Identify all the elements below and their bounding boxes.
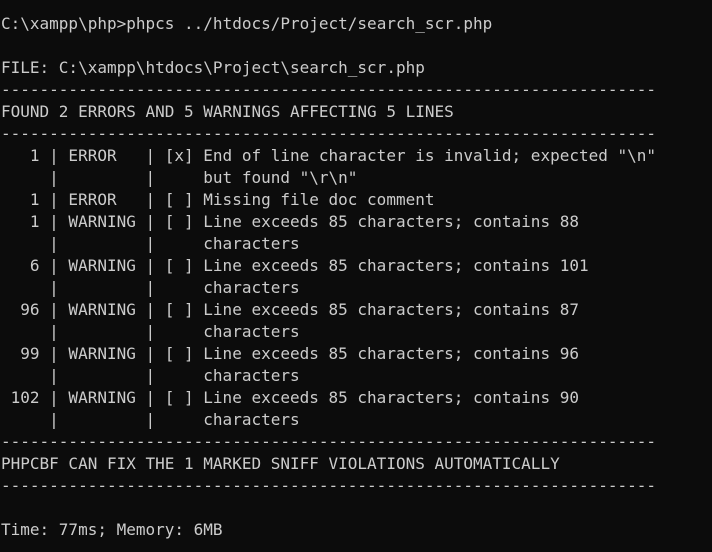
terminal-window[interactable]: C:\xampp\php>phpcs ../htdocs/Project/sea… (0, 0, 712, 552)
report-row: 102 | WARNING | [ ] Line exceeds 85 char… (1, 388, 579, 407)
prompt: C:\xampp\php> (1, 14, 127, 33)
report-row: 1 | ERROR | [x] End of line character is… (1, 146, 657, 165)
timing-line: Time: 77ms; Memory: 6MB (1, 520, 223, 539)
separator-line: ----------------------------------------… (1, 124, 657, 143)
report-row: 1 | ERROR | [ ] Missing file doc comment (1, 190, 435, 209)
command-text: phpcs ../htdocs/Project/search_scr.php (126, 14, 493, 33)
fix-message-line: PHPCBF CAN FIX THE 1 MARKED SNIFF VIOLAT… (1, 454, 560, 473)
separator-line: ----------------------------------------… (1, 476, 657, 495)
report-row: | | characters (1, 322, 300, 341)
summary-line: FOUND 2 ERRORS AND 5 WARNINGS AFFECTING … (1, 102, 454, 121)
report-row: 96 | WARNING | [ ] Line exceeds 85 chara… (1, 300, 579, 319)
separator-line: ----------------------------------------… (1, 80, 657, 99)
report-row: | | characters (1, 234, 300, 253)
file-path-line: FILE: C:\xampp\htdocs\Project\search_scr… (1, 58, 425, 77)
report-row: 1 | WARNING | [ ] Line exceeds 85 charac… (1, 212, 579, 231)
report-row: | | characters (1, 278, 300, 297)
report-row: | | characters (1, 410, 300, 429)
report-row: 99 | WARNING | [ ] Line exceeds 85 chara… (1, 344, 579, 363)
separator-line: ----------------------------------------… (1, 432, 657, 451)
report-row: | | characters (1, 366, 300, 385)
report-row: 6 | WARNING | [ ] Line exceeds 85 charac… (1, 256, 589, 275)
command-line: C:\xampp\php>phpcs ../htdocs/Project/sea… (1, 13, 492, 35)
report-row: | | but found "\r\n" (1, 168, 358, 187)
